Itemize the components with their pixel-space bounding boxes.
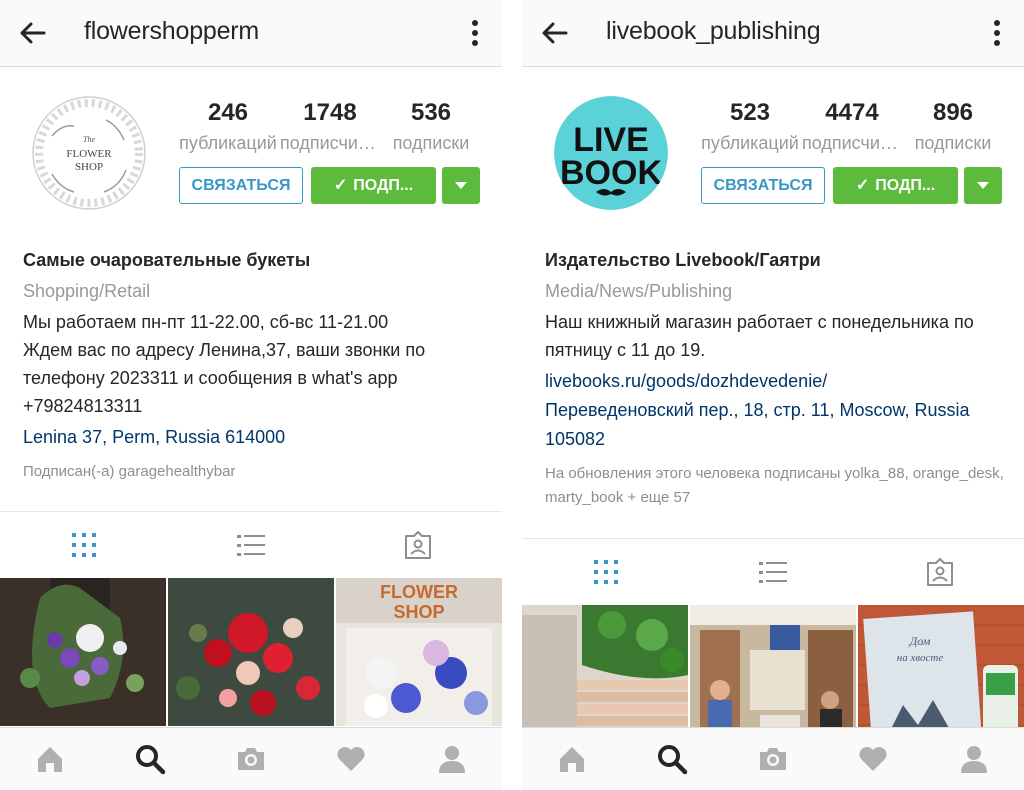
followed-by-text[interactable]: Подписан(-а) garagehealthybar — [23, 460, 488, 484]
svg-text:SHOP: SHOP — [393, 602, 444, 622]
profile-icon[interactable] — [436, 743, 468, 775]
profile-address-link[interactable]: Переведеновский пер., 18, стр. 11, Mosco… — [545, 396, 1010, 454]
camera-icon[interactable] — [235, 743, 267, 775]
photo-tile[interactable] — [168, 578, 334, 726]
stat-posts[interactable]: 246 публикаций — [178, 98, 278, 154]
grid-view-icon[interactable] — [591, 557, 621, 587]
home-icon[interactable] — [34, 743, 66, 775]
stat-followers-label: подписчиков — [280, 133, 380, 153]
back-arrow-icon[interactable] — [540, 18, 570, 48]
tagged-photos-icon[interactable] — [925, 557, 955, 587]
view-tabs — [522, 538, 1024, 605]
profile-website-link[interactable]: livebooks.ru/goods/dozhdevedenie/ — [545, 367, 1010, 396]
list-view-icon[interactable] — [236, 530, 266, 560]
profile-username: livebook_publishing — [606, 17, 821, 45]
photo-grid: FLOWER SHOP — [0, 578, 502, 726]
chevron-down-icon — [977, 182, 989, 189]
search-icon[interactable] — [656, 743, 688, 775]
profile-full-name: Самые очаровательные букеты — [23, 250, 311, 270]
stat-followers-value: 4474 — [825, 99, 879, 126]
stat-followers[interactable]: 4474 подписчиков — [802, 98, 902, 154]
top-bar: livebook_publishing — [522, 0, 1024, 67]
checkmark-icon: ✓ — [855, 177, 870, 194]
stat-followers-label: подписчиков — [802, 133, 902, 153]
stat-following-label: подписки — [914, 133, 992, 153]
suggestions-dropdown-button[interactable] — [442, 167, 480, 204]
following-button[interactable]: ✓ ПОДП... — [311, 167, 436, 204]
top-bar: flowershopperm — [0, 0, 502, 67]
suggestions-dropdown-button[interactable] — [964, 167, 1002, 204]
profile-avatar[interactable]: LIVE BOOK — [554, 96, 668, 210]
following-button-label: ПОДП... — [875, 177, 936, 194]
avatar-text-book: BOOK — [560, 154, 662, 192]
stat-posts[interactable]: 523 публикаций — [700, 98, 800, 154]
following-button[interactable]: ✓ ПОДП... — [833, 167, 958, 204]
photo-tile[interactable] — [0, 578, 166, 726]
profile-address-link[interactable]: Lenina 37, Perm, Russia 614000 — [23, 423, 488, 452]
more-options-icon[interactable] — [470, 18, 480, 48]
followed-by-text[interactable]: На обновления этого человека подписаны y… — [545, 462, 1010, 510]
svg-text:Дом: Дом — [909, 634, 931, 648]
heart-icon[interactable] — [335, 743, 367, 775]
stat-followers-value: 1748 — [303, 99, 357, 126]
stat-posts-label: публикаций — [701, 133, 799, 153]
profile-username: flowershopperm — [84, 17, 260, 45]
avatar-text-the: The — [83, 135, 95, 144]
profile-panel-flowershop: flowershopperm The FLOWER SHOP 246 публи… — [0, 0, 502, 790]
camera-icon[interactable] — [757, 743, 789, 775]
more-options-icon[interactable] — [992, 18, 1002, 48]
stat-following[interactable]: 896 подписки — [903, 98, 1003, 154]
home-icon[interactable] — [556, 743, 588, 775]
svg-text:FLOWER: FLOWER — [380, 582, 458, 602]
photo-tile[interactable]: FLOWER SHOP — [336, 578, 502, 726]
following-button-label: ПОДП... — [353, 177, 414, 194]
profile-description: Наш книжный магазин работает с понедельн… — [545, 312, 974, 360]
contact-button[interactable]: СВЯЗАТЬСЯ — [701, 167, 825, 204]
back-arrow-icon[interactable] — [18, 18, 48, 48]
view-tabs — [0, 511, 502, 578]
avatar-text-shop: SHOP — [75, 161, 103, 173]
stat-following-value: 896 — [932, 99, 974, 126]
svg-text:на хвосте: на хвосте — [897, 652, 944, 664]
profile-bio: Самые очаровательные букеты Shopping/Ret… — [23, 246, 488, 484]
stat-posts-label: публикаций — [179, 133, 277, 153]
bottom-navigation — [522, 727, 1024, 790]
grid-view-icon[interactable] — [69, 530, 99, 560]
profile-description: Мы работаем пн-пт 11-22.00, сб-вс 11-21.… — [23, 312, 426, 416]
profile-icon[interactable] — [958, 743, 990, 775]
bottom-navigation — [0, 727, 502, 790]
profile-panel-livebook: livebook_publishing LIVE BOOK 523 публик… — [522, 0, 1024, 790]
panel-divider — [502, 0, 522, 790]
stat-posts-value: 523 — [729, 99, 771, 126]
stat-following-label: подписки — [392, 133, 470, 153]
contact-button[interactable]: СВЯЗАТЬСЯ — [179, 167, 303, 204]
heart-icon[interactable] — [857, 743, 889, 775]
list-view-icon[interactable] — [758, 557, 788, 587]
search-icon[interactable] — [134, 743, 166, 775]
profile-avatar[interactable]: The FLOWER SHOP — [32, 96, 146, 210]
profile-category: Shopping/Retail — [23, 281, 151, 301]
tagged-photos-icon[interactable] — [403, 530, 433, 560]
stat-following-value: 536 — [410, 99, 452, 126]
chevron-down-icon — [455, 182, 467, 189]
stat-posts-value: 246 — [207, 99, 249, 126]
stat-followers[interactable]: 1748 подписчиков — [280, 98, 380, 154]
profile-category: Media/News/Publishing — [545, 281, 733, 301]
profile-bio: Издательство Livebook/Гаятри Media/News/… — [545, 246, 1010, 510]
avatar-text-flower: FLOWER — [66, 148, 112, 160]
profile-full-name: Издательство Livebook/Гаятри — [545, 250, 821, 270]
stat-following[interactable]: 536 подписки — [381, 98, 481, 154]
checkmark-icon: ✓ — [333, 177, 348, 194]
